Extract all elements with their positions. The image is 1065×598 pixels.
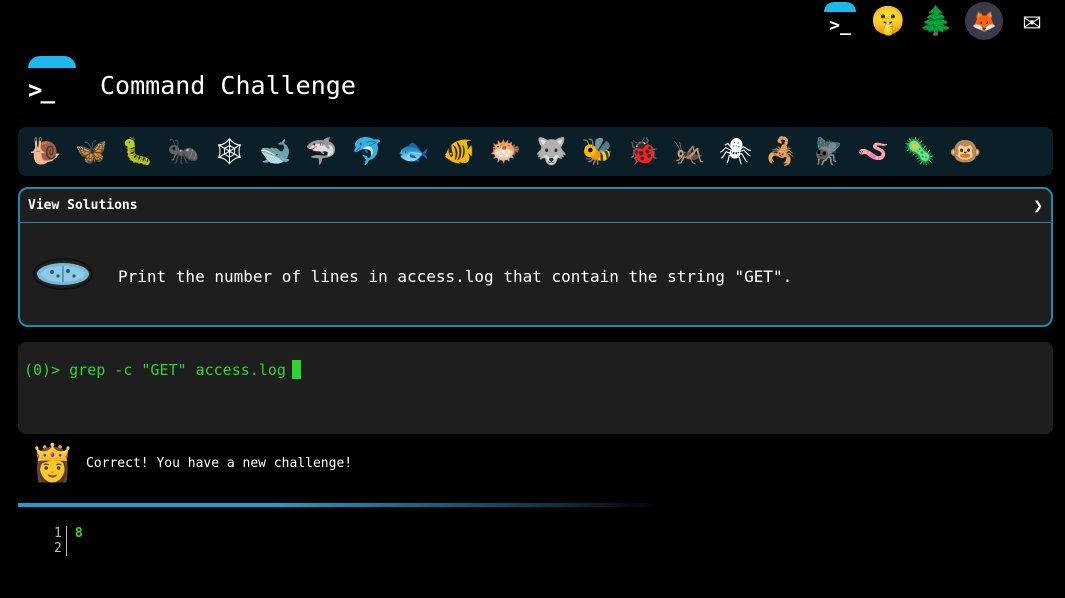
progress-divider	[18, 503, 658, 507]
challenge-body: Print the number of lines in access.log …	[20, 223, 1051, 325]
page-header: >_ Command Challenge	[26, 56, 356, 106]
tree-icon[interactable]: 🌲	[917, 2, 955, 40]
terminal-glyph: >_	[829, 15, 851, 36]
terminal-input[interactable]: (0)> grep -c "GET" access.log	[18, 342, 1053, 434]
caterpillar-icon[interactable]: 🐛	[116, 132, 159, 172]
bee-icon[interactable]: 🐝	[576, 132, 619, 172]
worm-icon[interactable]: 🪱	[852, 132, 895, 172]
whale-icon[interactable]: 🐋	[254, 132, 297, 172]
shushing-face-icon[interactable]: 🤫	[869, 2, 907, 40]
cricket-icon[interactable]: 🦗	[668, 132, 711, 172]
logo-hat	[28, 56, 76, 68]
terminal-cursor	[291, 360, 301, 379]
spider-web-icon[interactable]: 🕸	[208, 132, 251, 172]
top-icon-bar: >_ 🤫 🌲 🦊 ✉	[821, 2, 1051, 40]
chevron-right-icon[interactable]: ❯	[1033, 196, 1043, 215]
line-number: 2	[54, 541, 62, 556]
command-challenge-icon[interactable]: >_	[821, 2, 859, 40]
dolphin-icon[interactable]: 🐬	[346, 132, 389, 172]
logo-glyph: >_	[28, 76, 55, 104]
shark-icon[interactable]: 🦈	[300, 132, 343, 172]
hat-shape	[824, 2, 856, 12]
line-number: 1	[54, 526, 62, 541]
fish-icon[interactable]: 🐟	[392, 132, 435, 172]
microbe-icon[interactable]: 🦠	[898, 132, 941, 172]
snail-icon[interactable]: 🐌	[24, 132, 67, 172]
ladybug-icon[interactable]: 🐞	[622, 132, 665, 172]
butterfly-icon[interactable]: 🦋	[70, 132, 113, 172]
logo-icon[interactable]: >_	[26, 56, 76, 106]
output-lines: 8	[67, 526, 83, 556]
view-solutions-label: View Solutions	[28, 198, 138, 213]
mail-icon[interactable]: ✉	[1013, 2, 1051, 40]
challenge-description: Print the number of lines in access.log …	[118, 266, 793, 286]
tropical-fish-icon[interactable]: 🐠	[438, 132, 481, 172]
wolf-icon[interactable]: 🐺	[530, 132, 573, 172]
feedback-message: 👸 Correct! You have a new challenge!	[30, 442, 352, 484]
challenge-progress-bar: 🐌 🦋 🐛 🐜 🕸 🐋 🦈 🐬 🐟 🐠 🐡 🐺 🐝 🐞 🦗 🕷 🦂 🪰 🪱 🦠 🐵	[18, 127, 1053, 176]
blowfish-icon[interactable]: 🐡	[484, 132, 527, 172]
ant-icon[interactable]: 🐜	[162, 132, 205, 172]
princess-avatar-icon: 👸	[30, 443, 75, 484]
feedback-text: Correct! You have a new challenge!	[86, 455, 353, 471]
spider-icon[interactable]: 🕷	[714, 132, 757, 172]
line-number-gutter: 1 2	[54, 526, 67, 556]
monkey-icon[interactable]: 🐵	[944, 132, 987, 172]
page-title: Command Challenge	[100, 70, 356, 100]
gitlab-icon[interactable]: 🦊	[965, 2, 1003, 40]
challenge-panel: View Solutions ❯ Print the number of lin…	[18, 187, 1053, 327]
terminal-command[interactable]: grep -c "GET" access.log	[69, 361, 286, 379]
microbe-icon	[32, 254, 94, 294]
terminal-prompt: (0)>	[24, 361, 61, 379]
output-line: 8	[74, 526, 83, 541]
view-solutions-toggle[interactable]: View Solutions ❯	[20, 189, 1051, 223]
fly-icon[interactable]: 🪰	[806, 132, 849, 172]
command-output: 1 2 8	[54, 526, 83, 556]
scorpion-icon[interactable]: 🦂	[760, 132, 803, 172]
